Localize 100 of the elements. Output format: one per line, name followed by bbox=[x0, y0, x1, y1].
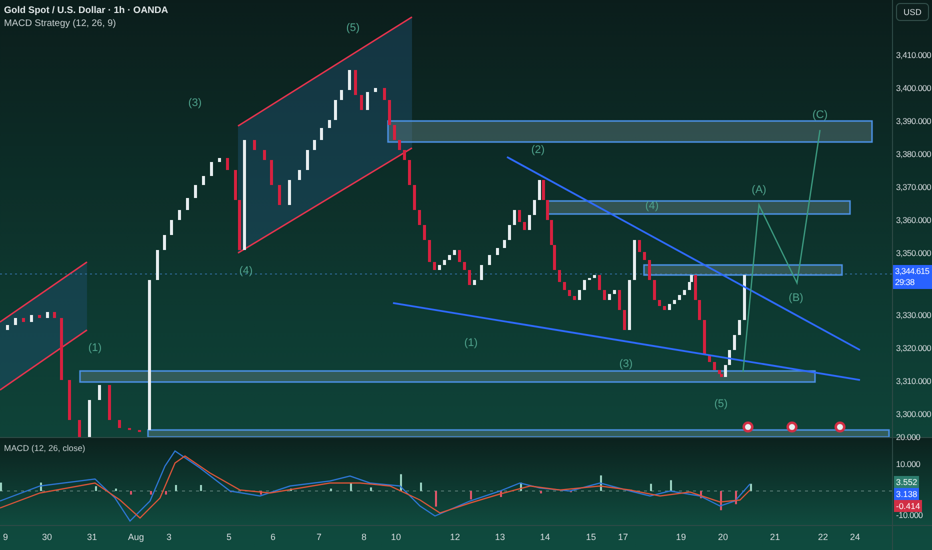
candle bbox=[623, 310, 626, 330]
candle bbox=[170, 220, 173, 235]
candle bbox=[328, 120, 331, 128]
time-tick: 8 bbox=[362, 532, 366, 542]
candle bbox=[178, 210, 181, 220]
price-tick: 3,360.000 bbox=[896, 215, 932, 225]
candle bbox=[360, 95, 363, 110]
candle bbox=[348, 70, 351, 90]
candle bbox=[313, 140, 316, 150]
candle bbox=[468, 270, 471, 285]
candle bbox=[374, 88, 377, 92]
candle bbox=[194, 185, 197, 198]
candle bbox=[403, 150, 406, 160]
candle bbox=[423, 225, 426, 240]
candle bbox=[88, 400, 91, 437]
candle bbox=[78, 420, 81, 437]
price-tick: 3,320.000 bbox=[896, 343, 932, 353]
candle bbox=[393, 125, 396, 140]
candle bbox=[653, 280, 656, 300]
time-tick: 5 bbox=[226, 532, 232, 542]
price-tick: 3,400.000 bbox=[896, 83, 932, 93]
wave-label: (5) bbox=[346, 22, 360, 34]
candle bbox=[14, 318, 17, 325]
candle bbox=[598, 275, 601, 290]
candle bbox=[663, 306, 666, 310]
candle bbox=[488, 255, 491, 265]
candle bbox=[253, 140, 256, 150]
time-tick: 20 bbox=[718, 532, 728, 542]
candle bbox=[683, 290, 686, 295]
candle bbox=[433, 262, 436, 270]
currency-button[interactable]: USD bbox=[896, 3, 929, 21]
event-marker-icon[interactable] bbox=[742, 422, 754, 432]
time-tick: 21 bbox=[770, 532, 780, 542]
candle bbox=[453, 250, 456, 255]
candle bbox=[533, 200, 536, 215]
value-badge: 3.138 bbox=[894, 488, 920, 500]
candle bbox=[703, 320, 706, 355]
symbol-title: Gold Spot / U.S. Dollar · 1h · OANDA bbox=[4, 5, 168, 16]
candle bbox=[648, 260, 651, 280]
time-tick: 3 bbox=[166, 532, 172, 542]
candle bbox=[218, 158, 221, 162]
wave-label: (2) bbox=[531, 144, 545, 156]
event-marker-icon[interactable] bbox=[786, 422, 798, 432]
candle bbox=[528, 215, 531, 230]
candle bbox=[673, 300, 676, 304]
time-tick: 7 bbox=[316, 532, 322, 542]
candle bbox=[558, 270, 561, 282]
candle bbox=[340, 90, 343, 100]
candle bbox=[226, 158, 229, 170]
macd-tick: -10.000 bbox=[896, 510, 923, 520]
candle bbox=[603, 290, 606, 300]
candle bbox=[708, 355, 711, 362]
candle bbox=[443, 260, 446, 265]
time-tick: Aug bbox=[128, 532, 144, 542]
candle bbox=[413, 185, 416, 210]
price-tick: 3,410.000 bbox=[896, 50, 932, 60]
candle bbox=[60, 318, 63, 380]
candle bbox=[408, 160, 411, 185]
candle bbox=[593, 275, 596, 278]
candle bbox=[118, 420, 121, 428]
candle bbox=[473, 280, 476, 285]
candle bbox=[306, 150, 309, 170]
candle bbox=[288, 180, 291, 205]
candle bbox=[458, 250, 461, 262]
candle bbox=[568, 290, 571, 296]
candle bbox=[573, 296, 576, 300]
candle bbox=[503, 240, 506, 248]
value-badge: -0.414 bbox=[894, 500, 922, 512]
time-tick: 9 bbox=[3, 532, 8, 542]
candle bbox=[156, 250, 159, 280]
wave-label: (5) bbox=[714, 398, 728, 410]
candle bbox=[523, 222, 526, 230]
candle bbox=[643, 252, 646, 260]
candle bbox=[428, 240, 431, 262]
price-tick: 3,370.000 bbox=[896, 182, 932, 192]
time-tick: 19 bbox=[676, 532, 686, 542]
candle bbox=[6, 325, 9, 330]
macd-tick: 20.000 bbox=[896, 432, 920, 442]
price-tick: 3,350.000 bbox=[896, 248, 932, 258]
candle bbox=[210, 162, 213, 176]
wave-label: (1) bbox=[464, 337, 478, 349]
value-badge: 3.552 bbox=[894, 476, 920, 488]
candle bbox=[388, 100, 391, 125]
candle bbox=[298, 170, 301, 180]
wave-label: (4) bbox=[645, 200, 659, 212]
candle bbox=[354, 70, 357, 95]
candle bbox=[334, 100, 337, 120]
event-marker-icon[interactable] bbox=[834, 422, 846, 432]
candle bbox=[98, 385, 101, 400]
candle bbox=[608, 294, 611, 300]
candle bbox=[658, 300, 661, 306]
candle bbox=[68, 380, 71, 420]
candle bbox=[398, 140, 401, 150]
candle bbox=[30, 315, 33, 322]
candle bbox=[383, 88, 386, 100]
candle bbox=[53, 312, 56, 318]
time-tick: 24 bbox=[850, 532, 860, 542]
current-price: 3,344.615 bbox=[895, 266, 930, 277]
macd-tick: 10.000 bbox=[896, 459, 920, 469]
price-tick: 3,330.000 bbox=[896, 310, 932, 320]
